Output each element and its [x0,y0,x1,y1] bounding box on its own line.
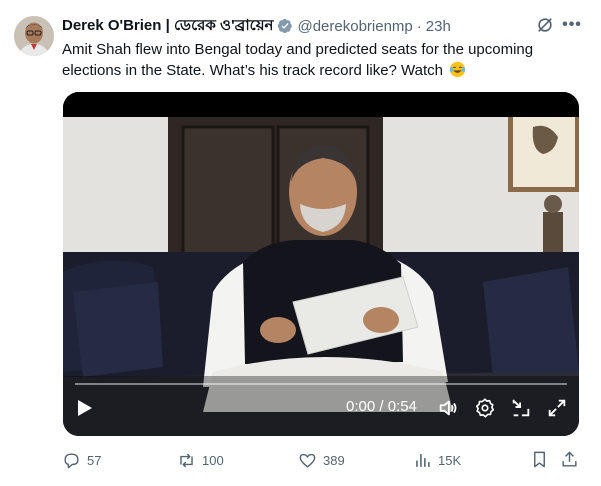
separator-dot: · [416,17,422,35]
video-player[interactable]: 0:00 / 0:54 [63,92,579,436]
reply-button[interactable]: 57 [62,448,101,472]
tweet-actions: 57 100 389 15K [62,448,582,472]
verified-badge-icon [278,18,293,34]
play-icon[interactable] [77,399,93,417]
repost-button[interactable]: 100 [177,448,224,472]
reply-count: 57 [87,452,102,468]
heart-icon [299,453,316,468]
like-count: 389 [323,452,345,468]
grok-icon[interactable] [536,16,554,34]
tears-of-joy-emoji-icon [450,61,466,78]
view-count: 15K [438,452,462,468]
tweet-header: Derek O'Brien | ডেরেক ও'ব্রায়েন @dereko… [62,16,531,36]
volume-icon[interactable] [437,397,459,419]
tweet-text: Amit Shah flew into Bengal today and pre… [62,39,582,81]
timestamp[interactable]: 23h [426,18,451,35]
exit-fullscreen-icon[interactable] [510,397,532,419]
settings-icon[interactable] [474,397,496,419]
more-options-icon[interactable]: ••• [561,15,583,35]
views-button[interactable]: 15K [413,448,461,472]
repost-count: 100 [202,452,224,468]
reply-icon [64,452,79,468]
author-handle[interactable]: @derekobrienmp [297,18,412,35]
author-name[interactable]: Derek O'Brien | ডেরেক ও'ব্রায়েন [62,14,273,39]
repost-icon [180,453,193,467]
video-progress-bar[interactable] [75,383,567,385]
views-icon [416,453,430,467]
bookmark-icon[interactable] [530,450,549,469]
share-icon[interactable] [560,450,579,469]
avatar[interactable] [14,16,54,56]
video-timecode: 0:00 / 0:54 [346,398,417,415]
expand-icon[interactable] [546,397,568,419]
like-button[interactable]: 389 [298,448,345,472]
tweet[interactable]: Derek O'Brien | ডেরেক ও'ব্রায়েন @dereko… [0,0,601,486]
video-controls: 0:00 / 0:54 [63,386,579,436]
